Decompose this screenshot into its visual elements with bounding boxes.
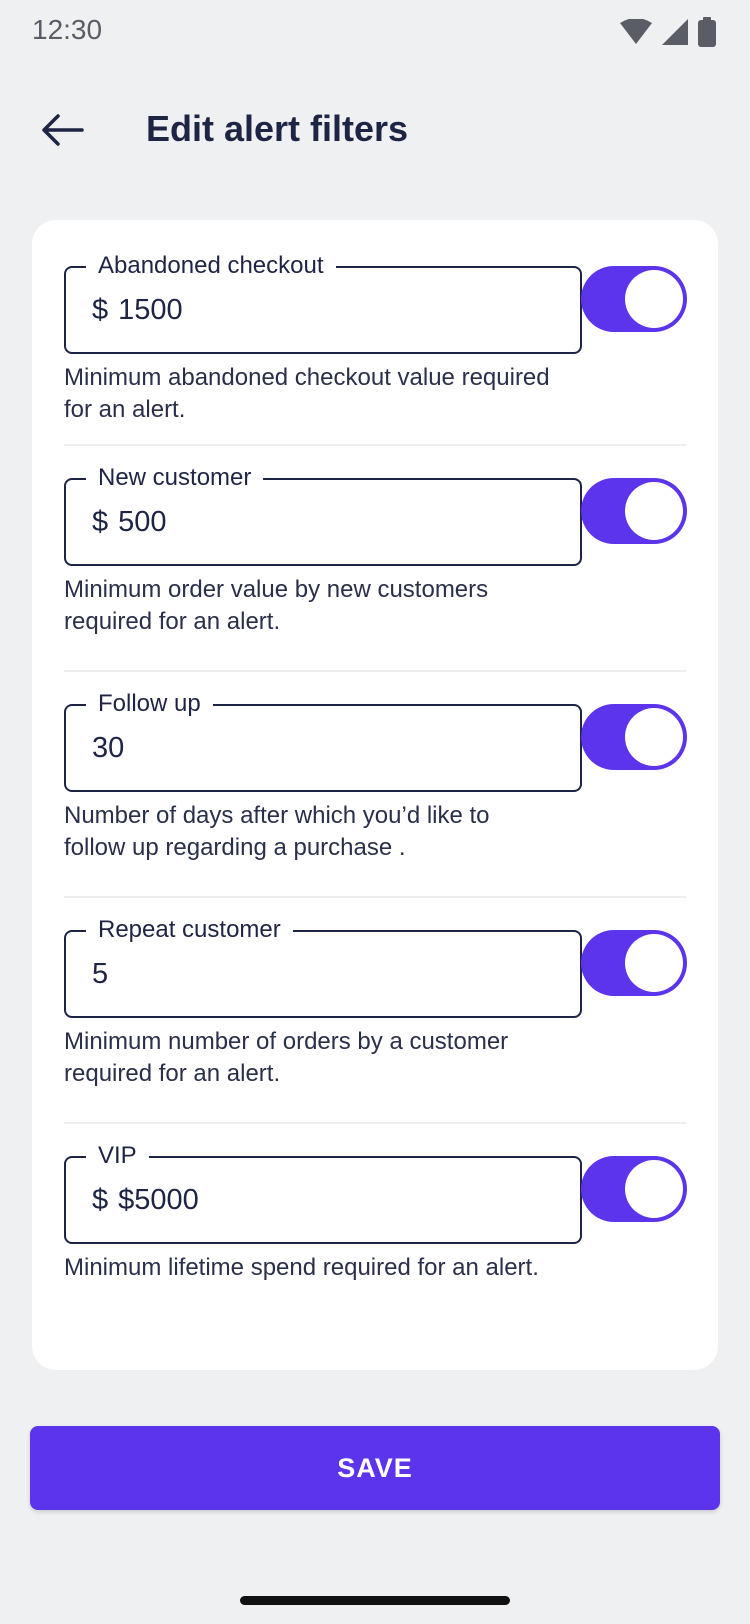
repeat-customer-field[interactable]: Repeat customer 5 (64, 915, 582, 1018)
vip-toggle[interactable] (581, 1156, 687, 1222)
field-value: $ 1500 (92, 268, 183, 352)
toggle-knob (625, 270, 683, 328)
toggle-knob (625, 482, 683, 540)
toggle-knob (625, 934, 683, 992)
field-value: $ $5000 (92, 1158, 199, 1242)
filters-card: Abandoned checkout $ 1500 Minimum abando… (32, 220, 718, 1370)
field-value: $ 500 (92, 480, 167, 564)
abandoned-checkout-toggle[interactable] (581, 266, 687, 332)
divider (64, 444, 686, 446)
currency-prefix: $ (92, 1183, 109, 1216)
field-input-value[interactable]: 1500 (118, 294, 183, 327)
helper-text: Minimum order value by new customers req… (64, 576, 489, 635)
abandoned-checkout-field[interactable]: Abandoned checkout $ 1500 (64, 251, 582, 354)
helper-text: Minimum lifetime spend required for an a… (64, 1254, 539, 1281)
repeat-customer-toggle[interactable] (581, 930, 687, 996)
helper-text: Minimum number of orders by a customer r… (64, 1028, 509, 1087)
save-button[interactable]: SAVE (30, 1426, 720, 1510)
helper-text: Number of days after which you’d like to… (64, 802, 490, 861)
new-customer-toggle[interactable] (581, 478, 687, 544)
follow-up-field[interactable]: Follow up 30 (64, 689, 582, 792)
divider (64, 1122, 686, 1124)
wifi-icon (620, 19, 652, 45)
field-input-value[interactable]: 500 (118, 506, 166, 539)
back-button[interactable] (30, 100, 94, 164)
home-indicator[interactable] (240, 1596, 510, 1605)
status-icons (620, 16, 716, 48)
helper-text: Minimum abandoned checkout value require… (64, 364, 550, 423)
field-value: 5 (92, 932, 108, 1016)
field-input-value[interactable]: $5000 (118, 1184, 199, 1217)
toggle-knob (625, 708, 683, 766)
vip-field[interactable]: VIP $ $5000 (64, 1141, 582, 1244)
field-input-value[interactable]: 5 (92, 958, 108, 991)
screen: 12:30 Edit alert filters Abandoned check… (0, 0, 750, 1624)
field-value: 30 (92, 706, 124, 790)
battery-icon (698, 17, 716, 47)
arrow-left-icon (40, 113, 84, 152)
toggle-knob (625, 1160, 683, 1218)
cell-signal-icon (662, 19, 688, 45)
new-customer-field[interactable]: New customer $ 500 (64, 463, 582, 566)
field-input-value[interactable]: 30 (92, 732, 124, 765)
page-title: Edit alert filters (146, 108, 409, 149)
divider (64, 896, 686, 898)
status-bar: 12:30 (0, 0, 750, 64)
divider (64, 670, 686, 672)
currency-prefix: $ (92, 293, 109, 326)
field-label: Repeat customer (86, 915, 293, 945)
currency-prefix: $ (92, 505, 109, 538)
follow-up-toggle[interactable] (581, 704, 687, 770)
status-time: 12:30 (32, 14, 103, 45)
